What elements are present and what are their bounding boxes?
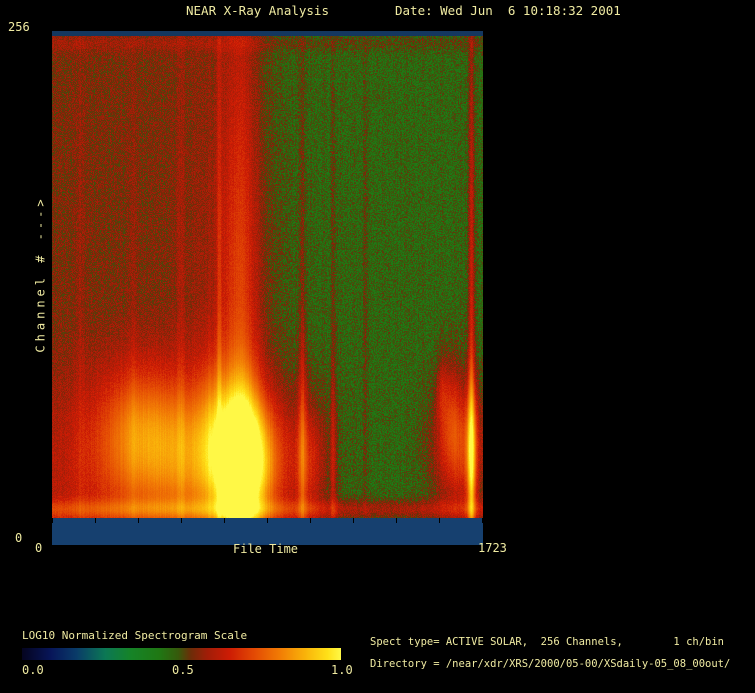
x-axis-min-label: 0 (35, 542, 42, 555)
y-axis-max-label: 256 (8, 21, 30, 34)
colorbar-tick-2: 1.0 (331, 664, 353, 677)
spect-type-info: Spect type= ACTIVE SOLAR, 256 Channels, … (370, 637, 724, 649)
colorbar-tick-1: 0.5 (172, 664, 194, 677)
spectrogram-canvas (52, 31, 483, 545)
colorbar-tick-0: 0.0 (22, 664, 44, 677)
colorbar-label: LOG10 Normalized Spectrogram Scale (22, 630, 247, 642)
y-axis-title: Channel # ---> (34, 195, 47, 352)
y-axis-min-label: 0 (15, 532, 22, 545)
date-label: Date: Wed Jun 6 10:18:32 2001 (395, 4, 621, 18)
colorbar-canvas (22, 648, 341, 660)
x-axis-title: File Time (233, 543, 298, 556)
window-title: NEAR X-Ray Analysis (186, 4, 329, 18)
x-axis-max-label: 1723 (478, 542, 507, 555)
directory-info: Directory = /near/xdr/XRS/2000/05-00/XSd… (370, 659, 730, 671)
